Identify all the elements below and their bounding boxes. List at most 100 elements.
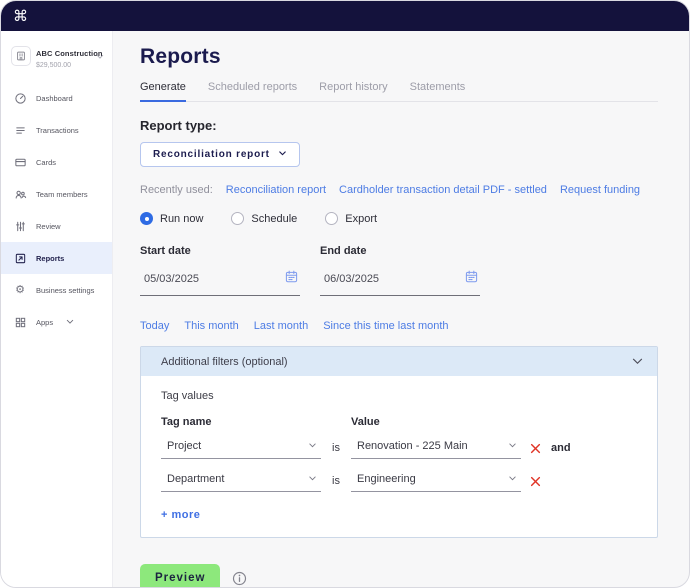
account-name: ABC Construction	[36, 49, 103, 58]
tag-name-value: Project	[167, 440, 202, 452]
reports-icon	[13, 251, 27, 265]
tag-value-select[interactable]: Engineering	[351, 470, 521, 492]
tab-scheduled-reports[interactable]: Scheduled reports	[208, 81, 297, 101]
quick-range-links: Today This month Last month Since this t…	[140, 320, 689, 332]
account-info: ABC Construction $29,500.00	[36, 43, 103, 69]
quick-range-last-month[interactable]: Last month	[254, 320, 308, 332]
sidebar-item-dashboard[interactable]: Dashboard	[1, 82, 112, 114]
recently-used-label: Recently used:	[140, 184, 213, 196]
quick-range-today[interactable]: Today	[140, 320, 169, 332]
report-type-selected: Reconciliation report	[153, 149, 270, 160]
sidebar-item-label: Transactions	[36, 125, 79, 135]
filter-row: Department is Engineering	[161, 470, 637, 492]
additional-filters-body: Tag values Tag name Value Project is Ren…	[141, 376, 657, 537]
filter-row: Project is Renovation - 225 Main and	[161, 437, 637, 459]
info-icon[interactable]	[232, 571, 247, 586]
operator-label: is	[332, 442, 340, 454]
additional-filters-title: Additional filters (optional)	[161, 355, 288, 368]
remove-filter-icon[interactable]	[521, 443, 549, 454]
tag-name-column-header: Tag name	[161, 416, 212, 428]
tag-value: Renovation - 225 Main	[357, 440, 468, 452]
start-date-value: 05/03/2025	[144, 273, 200, 285]
recently-used-row: Recently used: Reconciliation report Car…	[140, 184, 689, 196]
chevron-down-icon	[508, 440, 517, 452]
account-switcher[interactable]: ABC Construction $29,500.00	[9, 40, 108, 72]
tab-generate[interactable]: Generate	[140, 81, 186, 102]
filter-column-headers: Tag name Value	[161, 416, 637, 428]
recent-link-request-funding[interactable]: Request funding	[560, 184, 640, 196]
end-date-input[interactable]: 06/03/2025	[320, 267, 480, 296]
chevron-down-icon	[508, 473, 517, 485]
sidebar-nav: Dashboard Transactions Cards Team member…	[1, 82, 112, 338]
quick-range-this-month[interactable]: This month	[184, 320, 238, 332]
preview-row: Preview	[140, 564, 689, 587]
apps-grid-icon	[13, 315, 27, 329]
start-date-label: Start date	[140, 245, 191, 257]
calendar-icon[interactable]	[285, 270, 298, 288]
report-tabs: Generate Scheduled reports Report histor…	[140, 81, 658, 102]
chevron-down-icon	[278, 149, 287, 160]
tag-value: Engineering	[357, 473, 416, 485]
chevron-down-icon	[66, 318, 74, 327]
review-sliders-icon	[13, 219, 27, 233]
app-window: ⌘ ABC Construction $29,500.00 Dashboard …	[0, 0, 690, 588]
tab-statements[interactable]: Statements	[410, 81, 466, 101]
account-balance: $29,500.00	[36, 62, 72, 69]
sidebar-item-review[interactable]: Review	[1, 210, 112, 242]
dashboard-icon	[13, 91, 27, 105]
team-members-icon	[13, 187, 27, 201]
end-date-value: 06/03/2025	[324, 273, 380, 285]
calendar-icon[interactable]	[465, 270, 478, 288]
recent-link-cardholder-detail-pdf[interactable]: Cardholder transaction detail PDF - sett…	[339, 184, 547, 196]
sidebar-item-label: Cards	[36, 157, 57, 167]
sidebar-item-business-settings[interactable]: ⚙ Business settings	[1, 274, 112, 306]
sidebar-item-apps[interactable]: Apps	[1, 306, 112, 338]
sidebar-item-label: Team members	[36, 189, 88, 199]
tag-value-select[interactable]: Renovation - 225 Main	[351, 437, 521, 459]
transactions-icon	[13, 123, 27, 137]
filter-connector: and	[551, 442, 571, 454]
cards-icon	[13, 155, 27, 169]
tag-values-label: Tag values	[161, 390, 214, 402]
quick-range-since-this-time-last-month[interactable]: Since this time last month	[323, 320, 448, 332]
topbar: ⌘	[1, 1, 689, 31]
remove-filter-icon[interactable]	[521, 476, 549, 487]
add-more-filters-link[interactable]: + more	[161, 509, 200, 521]
start-date-input[interactable]: 05/03/2025	[140, 267, 300, 296]
recent-link-reconciliation-report[interactable]: Reconciliation report	[226, 184, 326, 196]
end-date-label: End date	[320, 245, 367, 257]
sidebar-item-team-members[interactable]: Team members	[1, 178, 112, 210]
tag-name-select[interactable]: Department	[161, 470, 321, 492]
tab-report-history[interactable]: Report history	[319, 81, 387, 101]
sidebar-item-label: Apps	[36, 317, 54, 327]
chevron-down-icon	[632, 356, 643, 368]
additional-filters-header[interactable]: Additional filters (optional)	[141, 347, 657, 376]
radio-export[interactable]: Export	[325, 212, 377, 225]
radio-label: Run now	[160, 212, 204, 225]
radio-selected-icon	[140, 212, 153, 225]
chevron-down-icon	[308, 440, 317, 452]
radio-unselected-icon	[325, 212, 339, 225]
sidebar-item-reports[interactable]: Reports	[1, 242, 112, 274]
run-mode-options: Run now Schedule Export	[140, 212, 689, 225]
radio-run-now[interactable]: Run now	[140, 212, 203, 225]
radio-unselected-icon	[231, 212, 245, 225]
main-content: Reports Generate Scheduled reports Repor…	[113, 31, 689, 587]
preview-button[interactable]: Preview	[140, 564, 221, 587]
value-column-header: Value	[351, 416, 380, 428]
page-title: Reports	[140, 45, 221, 68]
chevron-down-icon	[96, 47, 104, 65]
tag-name-select[interactable]: Project	[161, 437, 321, 459]
tag-name-value: Department	[167, 473, 225, 485]
sidebar-item-cards[interactable]: Cards	[1, 146, 112, 178]
radio-label: Export	[345, 212, 378, 225]
radio-schedule[interactable]: Schedule	[231, 212, 297, 225]
additional-filters-panel: Additional filters (optional) Tag values…	[140, 346, 658, 538]
date-range-section: Start date 05/03/2025 End date 06/03/202…	[140, 245, 689, 296]
report-type-dropdown[interactable]: Reconciliation report	[140, 142, 300, 167]
sidebar-item-label: Dashboard	[36, 93, 73, 103]
gear-icon: ⚙	[15, 283, 25, 296]
command-icon[interactable]: ⌘	[13, 9, 28, 24]
sidebar-item-transactions[interactable]: Transactions	[1, 114, 112, 146]
sidebar-item-label: Review	[36, 221, 61, 231]
